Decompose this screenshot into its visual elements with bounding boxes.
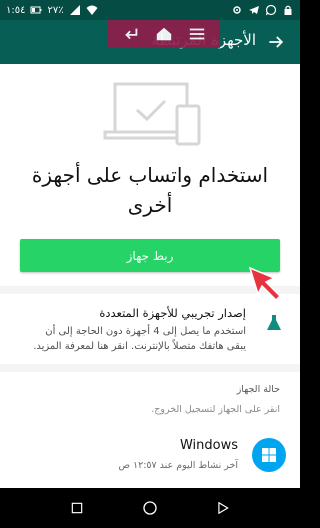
multi-device-beta-card[interactable]: إصدار تجريبي للأجهزة المتعددة استخدم ما …: [0, 294, 300, 364]
device-status-hint: انقر على الجهاز لتسجيل الخروج.: [151, 404, 280, 415]
lock-icon: [282, 4, 294, 16]
status-right: [231, 4, 294, 16]
pointer-arrow-icon: [248, 266, 282, 302]
beta-description: استخدم ما يصل إلى 4 أجهزة دون الحاجة إلى…: [33, 326, 246, 352]
floating-nav-overlay: [108, 20, 220, 48]
device-last-active: آخر نشاط اليوم عند ١٢:٥٧ ص: [118, 460, 238, 471]
system-nav-bar: [0, 488, 300, 528]
hero-title: استخدام واتساب على أجهزة أخرى: [31, 163, 269, 217]
device-status-card: حالة الجهاز انقر على الجهاز لتسجيل الخرو…: [0, 372, 300, 488]
enter-icon[interactable]: [121, 24, 141, 44]
battery-icon: [30, 4, 42, 16]
status-left: ١:٥٤ ٢٧٪: [6, 4, 98, 16]
signal-icon: [69, 4, 81, 16]
telegram-icon: [248, 4, 260, 16]
device-name: Windows: [179, 438, 238, 453]
home-icon[interactable]: [154, 24, 174, 44]
hero-card: استخدام واتساب على أجهزة أخرى ربط جهاز: [0, 64, 300, 286]
linked-devices-illustration: [103, 82, 201, 146]
circle-icon[interactable]: [138, 496, 162, 520]
time-text: ١:٥٤: [6, 4, 26, 16]
settings-icon: [231, 4, 243, 16]
battery-percent: ٢٧٪: [47, 4, 64, 16]
square-icon[interactable]: [65, 496, 89, 520]
status-bar: ١:٥٤ ٢٧٪: [0, 0, 300, 20]
whatsapp-icon: [265, 4, 277, 16]
wifi-icon: [86, 4, 98, 16]
flask-icon: [267, 315, 281, 330]
menu-icon[interactable]: [187, 24, 207, 44]
beta-title: إصدار تجريبي للأجهزة المتعددة: [99, 306, 246, 320]
arrow-back-icon[interactable]: [264, 30, 288, 54]
triangle-icon[interactable]: [211, 496, 235, 520]
device-row[interactable]: Windows آخر نشاط اليوم عند ١٢:٥٧ ص: [0, 424, 300, 488]
link-device-button[interactable]: ربط جهاز: [20, 239, 280, 272]
device-status-heading: حالة الجهاز: [236, 384, 280, 395]
windows-icon: [252, 438, 286, 472]
